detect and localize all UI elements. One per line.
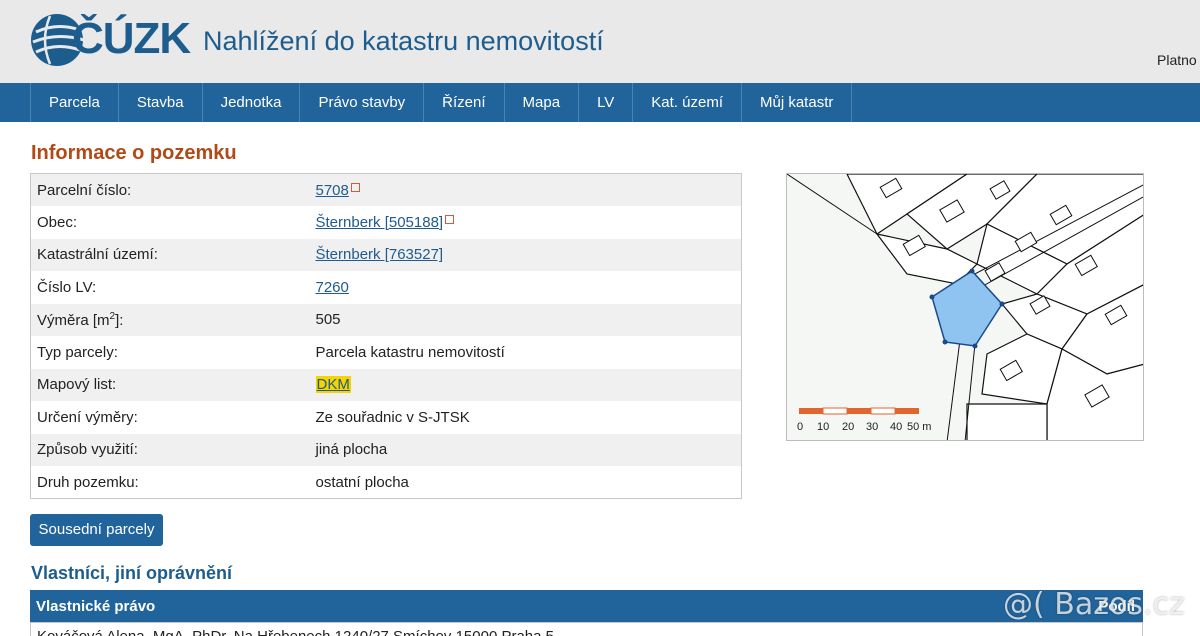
table-row: Katastrální území: Šternberk [763527] [30, 238, 742, 271]
lv-number-link[interactable]: 7260 [316, 279, 349, 296]
cuzk-logo[interactable]: ČÚZK [30, 10, 198, 68]
table-row: Způsob využití: jiná plocha [30, 433, 742, 466]
nav-item-parcela[interactable]: Parcela [31, 83, 119, 122]
row-value: 5708 [309, 173, 742, 206]
row-label: Druh pozemku: [30, 466, 310, 499]
row-label: Mapový list: [30, 368, 310, 401]
scale-label: 20 [842, 421, 854, 433]
row-label: Výměra [m2]: [30, 303, 310, 336]
table-row: Druh pozemku: ostatní plocha [30, 466, 742, 499]
scale-label: 10 [817, 421, 829, 433]
owner-text: Kováčová Alena, MgA. PhDr. Na Hřebenech … [37, 628, 554, 636]
row-value: 7260 [309, 271, 742, 304]
parcel-number-link[interactable]: 5708 [316, 182, 349, 199]
row-value: DKM [309, 368, 742, 401]
col-ownership: Vlastnické právo [36, 598, 156, 615]
table-row: Mapový list: DKM [30, 368, 742, 401]
map-scale-bar [799, 407, 919, 415]
scale-label: 40 [890, 421, 902, 433]
table-row: Kováčová Alena, MgA. PhDr. Na Hřebenech … [30, 622, 1143, 636]
cadastral-map-drawing: 0 10 20 30 40 50 m [787, 174, 1143, 440]
table-row: Obec: Šternberk [505188] [30, 206, 742, 239]
nav-item-pravo-stavby[interactable]: Právo stavby [300, 83, 425, 122]
owners-title: Vlastníci, jiní oprávnění [31, 563, 233, 583]
table-row: Určení výměry: Ze souřadnic v S-JTSK [30, 401, 742, 434]
parcel-info-table: Parcelní číslo: 5708 Obec: Šternberk [50… [30, 173, 742, 499]
nav-item-stavba[interactable]: Stavba [119, 83, 203, 122]
page-title: Informace o pozemku [31, 142, 237, 164]
row-label: Určení výměry: [30, 401, 310, 434]
scale-label: 0 [797, 421, 803, 433]
validity-text: Platno [1157, 52, 1197, 68]
row-value: jiná plocha [309, 433, 742, 466]
row-value: Parcela katastru nemovitostí [309, 336, 742, 369]
neighbor-parcels-button[interactable]: Sousední parcely [30, 514, 163, 546]
nav-item-lv[interactable]: LV [579, 83, 634, 122]
nav-item-rizeni[interactable]: Řízení [424, 83, 505, 122]
cadastral-area-link[interactable]: Šternberk [763527] [316, 246, 444, 263]
logo-text: ČÚZK [72, 14, 191, 63]
row-value: Ze souřadnic v S-JTSK [309, 401, 742, 434]
nav-item-mapa[interactable]: Mapa [505, 83, 580, 122]
row-label: Způsob využití: [30, 433, 310, 466]
map-sheet-link[interactable]: DKM [315, 376, 351, 394]
site-title[interactable]: Nahlížení do katastru nemovitostí [203, 26, 604, 57]
table-row: Typ parcely: Parcela katastru nemovitost… [30, 336, 742, 369]
external-link-icon[interactable] [445, 214, 455, 224]
parcel-map[interactable]: 0 10 20 30 40 50 m [786, 173, 1144, 441]
scale-label: 50 m [907, 421, 931, 433]
external-link-icon[interactable] [350, 182, 360, 192]
table-row: Číslo LV: 7260 [30, 271, 742, 304]
header: ČÚZK Nahlížení do katastru nemovitostí P… [0, 0, 1200, 83]
row-label: Typ parcely: [30, 336, 310, 369]
area-label-suffix: ]: [115, 311, 124, 329]
table-row: Výměra [m2]: 505 [30, 303, 742, 336]
scale-label: 30 [866, 421, 878, 433]
row-value: 505 [309, 303, 742, 336]
municipality-link[interactable]: Šternberk [505188] [316, 214, 444, 231]
row-label: Obec: [30, 206, 310, 239]
row-value: ostatní plocha [309, 466, 742, 499]
row-value: Šternberk [763527] [309, 238, 742, 271]
area-label: Výměra [m [37, 311, 110, 329]
nav-item-jednotka[interactable]: Jednotka [203, 83, 301, 122]
owners-table-header: Vlastnické právo Podíl [30, 590, 1143, 622]
row-label: Číslo LV: [30, 271, 310, 304]
row-label: Katastrální území: [30, 238, 310, 271]
table-row: Parcelní číslo: 5708 [30, 173, 742, 206]
nav-item-kat-uzemi[interactable]: Kat. území [633, 83, 742, 122]
row-label: Parcelní číslo: [30, 173, 310, 206]
row-value: Šternberk [505188] [309, 206, 742, 239]
main-nav: Parcela Stavba Jednotka Právo stavby Říz… [0, 83, 1200, 122]
bazos-watermark: @( Bazos.cz [1003, 587, 1185, 622]
nav-item-muj-katastr[interactable]: Můj katastr [742, 83, 853, 122]
